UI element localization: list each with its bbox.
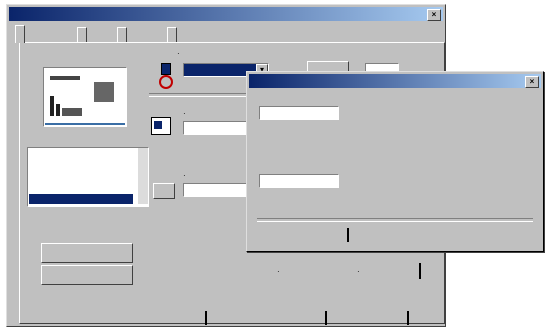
label-4: · xyxy=(357,267,360,276)
divider xyxy=(149,93,259,97)
list-scrollbar[interactable] xyxy=(138,148,148,204)
dialog-title-bar[interactable]: × xyxy=(249,74,541,88)
document-icon xyxy=(151,117,171,135)
separator xyxy=(325,311,327,325)
tab-2[interactable] xyxy=(77,27,87,42)
close-icon[interactable]: × xyxy=(427,9,441,21)
separator xyxy=(407,311,409,325)
small-button[interactable] xyxy=(153,183,175,199)
value-input[interactable] xyxy=(183,121,251,135)
second-input[interactable] xyxy=(183,183,251,197)
tab-4[interactable] xyxy=(167,27,177,42)
separator xyxy=(205,311,207,325)
label-3: · xyxy=(277,267,280,276)
button-1[interactable] xyxy=(41,243,133,263)
dialog-window: × xyxy=(246,71,544,252)
dialog-divider xyxy=(257,218,533,222)
list-item-selected[interactable] xyxy=(29,194,133,204)
item-list[interactable] xyxy=(27,147,149,207)
setting-label: · xyxy=(177,49,180,58)
separator xyxy=(419,263,421,279)
separator xyxy=(347,228,349,242)
label-2: · xyxy=(183,171,186,180)
tab-general[interactable] xyxy=(15,25,25,43)
tab-3[interactable] xyxy=(117,27,127,42)
button-2[interactable] xyxy=(41,265,133,285)
field-label: · xyxy=(183,109,186,118)
dialog-field1-input[interactable] xyxy=(259,106,339,120)
main-title-bar[interactable]: × xyxy=(9,7,443,21)
dialog-field2-input[interactable] xyxy=(259,174,339,188)
monitor-icon xyxy=(159,59,173,89)
preview-image xyxy=(43,67,127,127)
close-icon[interactable]: × xyxy=(525,76,539,88)
